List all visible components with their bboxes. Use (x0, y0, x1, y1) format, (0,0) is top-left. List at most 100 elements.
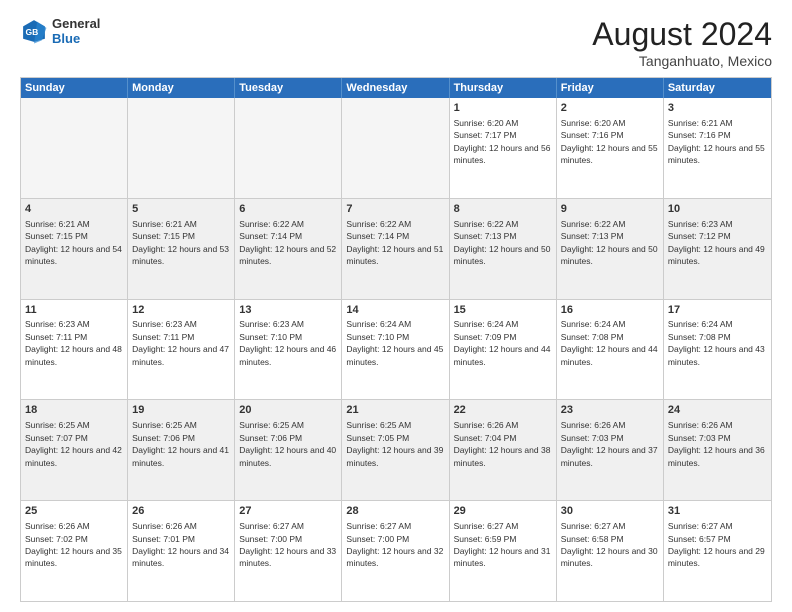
calendar-row-1: 4Sunrise: 6:21 AMSunset: 7:15 PMDaylight… (21, 199, 771, 300)
day-cell-31: 31 Sunrise: 6:27 AMSunset: 6:57 PMDayligh… (664, 501, 771, 601)
cell-info: Sunrise: 6:27 AMSunset: 7:00 PMDaylight:… (239, 521, 336, 568)
cell-info: Sunrise: 6:25 AMSunset: 7:07 PMDaylight:… (25, 420, 122, 467)
day-number: 30 (561, 504, 659, 519)
cell-info: Sunrise: 6:22 AMSunset: 7:14 PMDaylight:… (239, 219, 336, 266)
day-cell-26: 26Sunrise: 6:26 AMSunset: 7:01 PMDayligh… (128, 501, 235, 601)
day-number: 29 (454, 504, 552, 519)
day-number: 21 (346, 403, 444, 418)
cell-info: Sunrise: 6:26 AMSunset: 7:04 PMDaylight:… (454, 420, 551, 467)
day-cell-16: 16Sunrise: 6:24 AMSunset: 7:08 PMDayligh… (557, 300, 664, 400)
day-number: 3 (668, 101, 767, 116)
day-cell-19: 19 Sunrise: 6:25 AMSunset: 7:06 PMDayligh… (128, 400, 235, 500)
logo: GB General Blue (20, 16, 100, 46)
day-cell-17: 17Sunrise: 6:24 AMSunset: 7:08 PMDayligh… (664, 300, 771, 400)
day-number: 12 (132, 303, 230, 318)
day-cell-30: 30Sunrise: 6:27 AMSunset: 6:58 PMDayligh… (557, 501, 664, 601)
logo-blue-text: Blue (52, 31, 100, 46)
day-number: 10 (668, 202, 767, 217)
day-cell-25: 25 Sunrise: 6:26 AMSunset: 7:02 PMDayligh… (21, 501, 128, 601)
day-cell-28: 28Sunrise: 6:27 AMSunset: 7:00 PMDayligh… (342, 501, 449, 601)
cell-info: Sunrise: 6:23 AMSunset: 7:11 PMDaylight:… (25, 319, 122, 366)
day-number: 1 (454, 101, 552, 116)
day-number: 23 (561, 403, 659, 418)
day-cell-22: 22 Sunrise: 6:26 AMSunset: 7:04 PMDayligh… (450, 400, 557, 500)
day-number: 15 (454, 303, 552, 318)
month-year: August 2024 (592, 16, 772, 53)
day-cell-24: 24Sunrise: 6:26 AMSunset: 7:03 PMDayligh… (664, 400, 771, 500)
cell-info: Sunrise: 6:20 AMSunset: 7:17 PMDaylight:… (454, 118, 551, 165)
logo-general-text: General (52, 16, 100, 31)
cell-info: Sunrise: 6:26 AMSunset: 7:02 PMDaylight:… (25, 521, 122, 568)
day-cell-15: 15Sunrise: 6:24 AMSunset: 7:09 PMDayligh… (450, 300, 557, 400)
day-number: 6 (239, 202, 337, 217)
header-day-saturday: Saturday (664, 78, 771, 98)
day-number: 22 (454, 403, 552, 418)
calendar: SundayMondayTuesdayWednesdayThursdayFrid… (20, 77, 772, 602)
day-cell-11: 11Sunrise: 6:23 AMSunset: 7:11 PMDayligh… (21, 300, 128, 400)
calendar-body: 1 Sunrise: 6:20 AMSunset: 7:17 PMDaylight… (21, 98, 771, 601)
cell-info: Sunrise: 6:21 AMSunset: 7:15 PMDaylight:… (132, 219, 229, 266)
logo-text: General Blue (52, 16, 100, 46)
day-cell-21: 21Sunrise: 6:25 AMSunset: 7:05 PMDayligh… (342, 400, 449, 500)
calendar-row-0: 1 Sunrise: 6:20 AMSunset: 7:17 PMDaylight… (21, 98, 771, 199)
day-cell-18: 18 Sunrise: 6:25 AMSunset: 7:07 PMDayligh… (21, 400, 128, 500)
svg-text:GB: GB (25, 27, 38, 37)
cell-info: Sunrise: 6:25 AMSunset: 7:06 PMDaylight:… (239, 420, 336, 467)
empty-cell (128, 98, 235, 198)
cell-info: Sunrise: 6:26 AMSunset: 7:03 PMDaylight:… (668, 420, 765, 467)
cell-info: Sunrise: 6:26 AMSunset: 7:03 PMDaylight:… (561, 420, 658, 467)
header: GB General Blue August 2024 Tanganhuato,… (20, 16, 772, 69)
day-number: 16 (561, 303, 659, 318)
day-cell-23: 23 Sunrise: 6:26 AMSunset: 7:03 PMDayligh… (557, 400, 664, 500)
cell-info: Sunrise: 6:27 AMSunset: 6:57 PMDaylight:… (668, 521, 765, 568)
day-number: 28 (346, 504, 444, 519)
header-day-thursday: Thursday (450, 78, 557, 98)
cell-info: Sunrise: 6:24 AMSunset: 7:08 PMDaylight:… (561, 319, 658, 366)
cell-info: Sunrise: 6:25 AMSunset: 7:06 PMDaylight:… (132, 420, 229, 467)
day-cell-5: 5 Sunrise: 6:21 AMSunset: 7:15 PMDaylight… (128, 199, 235, 299)
header-day-monday: Monday (128, 78, 235, 98)
day-cell-13: 13Sunrise: 6:23 AMSunset: 7:10 PMDayligh… (235, 300, 342, 400)
calendar-row-3: 18 Sunrise: 6:25 AMSunset: 7:07 PMDayligh… (21, 400, 771, 501)
cell-info: Sunrise: 6:22 AMSunset: 7:13 PMDaylight:… (561, 219, 658, 266)
day-cell-6: 6 Sunrise: 6:22 AMSunset: 7:14 PMDaylight… (235, 199, 342, 299)
day-number: 20 (239, 403, 337, 418)
day-number: 7 (346, 202, 444, 217)
day-cell-12: 12Sunrise: 6:23 AMSunset: 7:11 PMDayligh… (128, 300, 235, 400)
day-cell-7: 7 Sunrise: 6:22 AMSunset: 7:14 PMDaylight… (342, 199, 449, 299)
calendar-header: SundayMondayTuesdayWednesdayThursdayFrid… (21, 78, 771, 98)
cell-info: Sunrise: 6:24 AMSunset: 7:08 PMDaylight:… (668, 319, 765, 366)
day-number: 8 (454, 202, 552, 217)
day-number: 19 (132, 403, 230, 418)
day-cell-29: 29Sunrise: 6:27 AMSunset: 6:59 PMDayligh… (450, 501, 557, 601)
day-cell-9: 9 Sunrise: 6:22 AMSunset: 7:13 PMDaylight… (557, 199, 664, 299)
empty-cell (342, 98, 449, 198)
day-cell-3: 3Sunrise: 6:21 AMSunset: 7:16 PMDaylight… (664, 98, 771, 198)
day-number: 9 (561, 202, 659, 217)
cell-info: Sunrise: 6:23 AMSunset: 7:10 PMDaylight:… (239, 319, 336, 366)
day-cell-1: 1 Sunrise: 6:20 AMSunset: 7:17 PMDaylight… (450, 98, 557, 198)
cell-info: Sunrise: 6:23 AMSunset: 7:11 PMDaylight:… (132, 319, 229, 366)
cell-info: Sunrise: 6:26 AMSunset: 7:01 PMDaylight:… (132, 521, 229, 568)
header-day-tuesday: Tuesday (235, 78, 342, 98)
header-day-sunday: Sunday (21, 78, 128, 98)
day-number: 27 (239, 504, 337, 519)
calendar-row-2: 11Sunrise: 6:23 AMSunset: 7:11 PMDayligh… (21, 300, 771, 401)
empty-cell (235, 98, 342, 198)
day-number: 17 (668, 303, 767, 318)
header-day-friday: Friday (557, 78, 664, 98)
day-cell-14: 14Sunrise: 6:24 AMSunset: 7:10 PMDayligh… (342, 300, 449, 400)
title-block: August 2024 Tanganhuato, Mexico (592, 16, 772, 69)
cell-info: Sunrise: 6:24 AMSunset: 7:09 PMDaylight:… (454, 319, 551, 366)
cell-info: Sunrise: 6:22 AMSunset: 7:14 PMDaylight:… (346, 219, 443, 266)
cell-info: Sunrise: 6:24 AMSunset: 7:10 PMDaylight:… (346, 319, 443, 366)
day-number: 18 (25, 403, 123, 418)
day-cell-8: 8Sunrise: 6:22 AMSunset: 7:13 PMDaylight… (450, 199, 557, 299)
day-number: 5 (132, 202, 230, 217)
day-number: 25 (25, 504, 123, 519)
day-number: 13 (239, 303, 337, 318)
calendar-row-4: 25 Sunrise: 6:26 AMSunset: 7:02 PMDayligh… (21, 501, 771, 601)
cell-info: Sunrise: 6:21 AMSunset: 7:15 PMDaylight:… (25, 219, 122, 266)
day-number: 31 (668, 504, 767, 519)
header-day-wednesday: Wednesday (342, 78, 449, 98)
